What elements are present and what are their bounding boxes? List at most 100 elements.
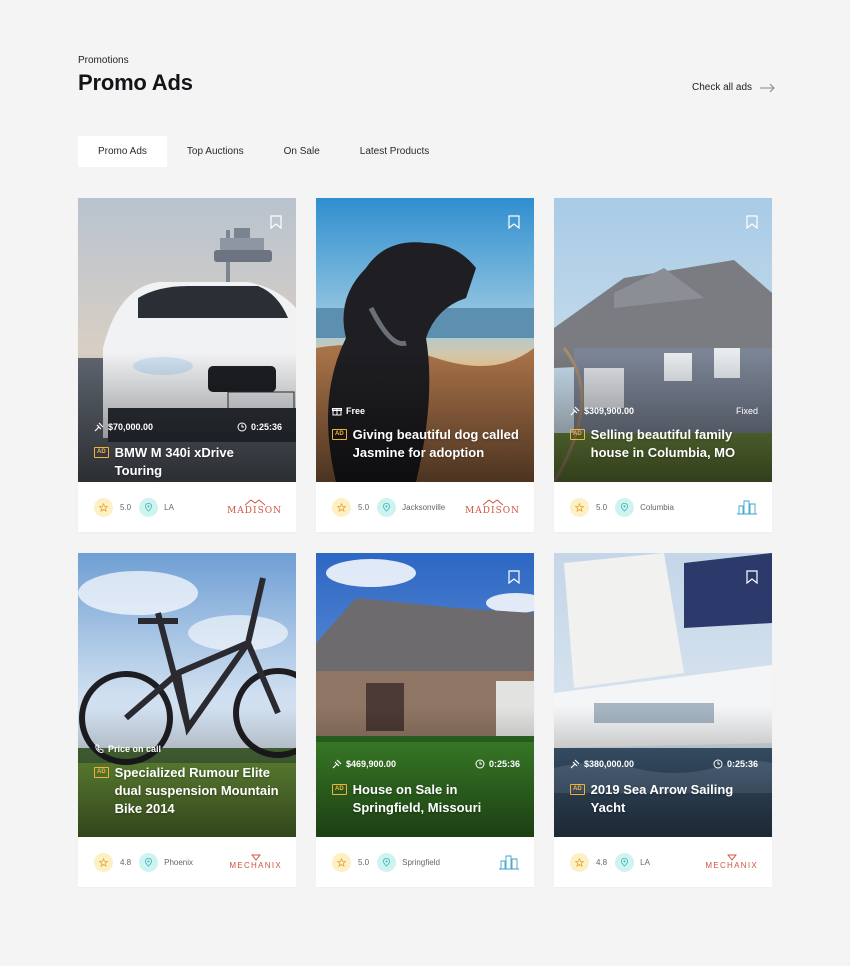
check-all-ads-link[interactable]: Check all ads — [692, 82, 776, 93]
rating-value: 5.0 — [120, 502, 132, 512]
ad-image[interactable]: Free AD Giving beautiful dog called Jasm… — [316, 198, 534, 482]
ad-title[interactable]: Giving beautiful dog called Jasmine for … — [353, 426, 522, 462]
ad-image[interactable]: $309,900.00 Fixed AD Selling beautiful f… — [554, 198, 772, 482]
ad-title[interactable]: BMW M 340i xDrive Touring — [115, 444, 284, 480]
price: $469,900.00 — [346, 759, 397, 769]
bookmark-icon[interactable] — [508, 570, 520, 584]
location-label: LA — [640, 857, 650, 867]
buildings-logo-icon — [499, 855, 519, 870]
time-remaining: 0:25:36 — [250, 422, 282, 432]
ad-title[interactable]: House on Sale in Springfield, Missouri — [353, 781, 522, 817]
card-footer: 5.0 Springfield — [316, 837, 534, 887]
gift-icon — [332, 408, 342, 416]
card-footer: 5.0 Columbia — [554, 482, 772, 532]
ad-card[interactable]: $70,000.00 0:25:36 AD BMW M 340i xDrive … — [78, 198, 296, 532]
tab-on-sale[interactable]: On Sale — [264, 136, 340, 167]
location-label: Phoenix — [164, 857, 194, 867]
section-eyebrow: Promotions — [78, 55, 129, 66]
ad-badge: AD — [570, 784, 585, 795]
star-icon — [332, 852, 351, 872]
buildings-logo-icon — [737, 500, 757, 515]
promo-ads-grid: $70,000.00 0:25:36 AD BMW M 340i xDrive … — [78, 198, 772, 887]
seller-logo-name: MECHANIX — [229, 861, 282, 870]
location-label: Jacksonville — [402, 502, 446, 512]
roof-logo-icon — [482, 498, 503, 505]
price-row: $380,000.00 0:25:36 — [570, 759, 758, 769]
ad-title[interactable]: Selling beautiful family house in Columb… — [591, 426, 760, 462]
tab-top-auctions[interactable]: Top Auctions — [167, 136, 264, 167]
ad-card[interactable]: $309,900.00 Fixed AD Selling beautiful f… — [554, 198, 772, 532]
price-row: $70,000.00 0:25:36 — [94, 422, 282, 432]
location-pin-icon — [139, 497, 159, 517]
tab-promo-ads[interactable]: Promo Ads — [78, 136, 167, 167]
seller-logo[interactable]: MADISON — [227, 498, 282, 516]
location-label: LA — [164, 502, 174, 512]
auction-gavel-icon — [570, 759, 580, 769]
clock-icon — [475, 759, 485, 769]
ad-title[interactable]: 2019 Sea Arrow Sailing Yacht — [591, 781, 760, 817]
ad-badge: AD — [332, 784, 347, 795]
auction-gavel-icon — [94, 422, 104, 432]
page-title: Promo Ads — [78, 70, 193, 95]
price-row: $469,900.00 0:25:36 — [332, 759, 520, 769]
bookmark-icon[interactable] — [270, 215, 282, 229]
location-label: Springfield — [402, 857, 440, 867]
star-icon — [570, 497, 589, 517]
tab-bar: Promo Ads Top Auctions On Sale Latest Pr… — [78, 136, 449, 167]
rating-value: 5.0 — [358, 857, 370, 867]
ad-card[interactable]: Free AD Giving beautiful dog called Jasm… — [316, 198, 534, 532]
ad-badge: AD — [94, 767, 109, 778]
ad-badge: AD — [332, 429, 347, 440]
bookmark-icon[interactable] — [746, 570, 758, 584]
check-all-label: Check all ads — [692, 82, 753, 93]
clock-icon — [237, 422, 247, 432]
ad-image[interactable]: $70,000.00 0:25:36 AD BMW M 340i xDrive … — [78, 198, 296, 482]
ad-card[interactable]: $469,900.00 0:25:36 AD House on Sale in … — [316, 553, 534, 887]
ad-image[interactable]: $380,000.00 0:25:36 AD 2019 Sea Arrow Sa… — [554, 553, 772, 837]
bookmark-icon[interactable] — [508, 215, 520, 229]
card-footer: 5.0 LA MADISON — [78, 482, 296, 532]
rating-value: 4.8 — [596, 857, 608, 867]
phone-icon — [95, 744, 104, 753]
price-row: Free — [332, 406, 520, 416]
ad-badge: AD — [94, 447, 109, 458]
seller-logo[interactable]: MECHANIX — [705, 854, 758, 870]
seller-logo-name: MADISON — [465, 505, 520, 516]
auction-gavel-icon — [332, 759, 342, 769]
ad-image[interactable]: Price on call AD Specialized Rumour Elit… — [78, 553, 296, 837]
location-pin-icon — [377, 852, 397, 872]
ad-card[interactable]: Price on call AD Specialized Rumour Elit… — [78, 553, 296, 887]
triangle-logo-icon — [726, 854, 737, 861]
star-icon — [94, 852, 113, 872]
location-label: Columbia — [640, 502, 674, 512]
star-icon — [570, 852, 589, 872]
ad-title[interactable]: Specialized Rumour Elite dual suspension… — [115, 764, 284, 818]
rating-value: 5.0 — [358, 502, 370, 512]
tab-latest-products[interactable]: Latest Products — [340, 136, 449, 167]
ad-image[interactable]: $469,900.00 0:25:36 AD House on Sale in … — [316, 553, 534, 837]
card-footer: 5.0 Jacksonville MADISON — [316, 482, 534, 532]
seller-logo-name: MADISON — [227, 505, 282, 516]
seller-logo[interactable]: MADISON — [465, 498, 520, 516]
card-footer: 4.8 LA MECHANIX — [554, 837, 772, 887]
price: $380,000.00 — [584, 759, 635, 769]
price-type: Fixed — [735, 406, 758, 416]
price: $309,900.00 — [584, 406, 635, 416]
location-pin-icon — [615, 852, 635, 872]
star-icon — [94, 497, 113, 517]
bookmark-icon[interactable] — [746, 215, 758, 229]
seller-logo[interactable]: MECHANIX — [229, 854, 282, 870]
auction-gavel-icon — [570, 406, 580, 416]
location-pin-icon — [139, 852, 159, 872]
seller-logo[interactable] — [498, 853, 520, 871]
triangle-logo-icon — [250, 854, 261, 861]
seller-logo[interactable] — [736, 498, 758, 516]
ad-card[interactable]: $380,000.00 0:25:36 AD 2019 Sea Arrow Sa… — [554, 553, 772, 887]
arrow-right-icon — [760, 83, 775, 92]
card-footer: 4.8 Phoenix MECHANIX — [78, 837, 296, 887]
price-row: Price on call — [94, 744, 282, 754]
time-remaining: 0:25:36 — [726, 759, 758, 769]
rating-value: 5.0 — [596, 502, 608, 512]
seller-logo-name: MECHANIX — [705, 861, 758, 870]
time-remaining: 0:25:36 — [488, 759, 520, 769]
